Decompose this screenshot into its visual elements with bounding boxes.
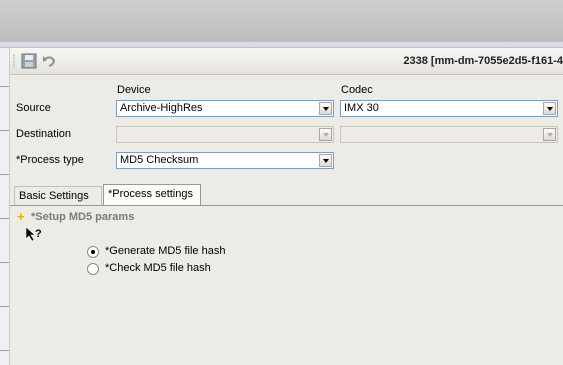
chevron-down-icon[interactable]	[319, 102, 332, 115]
generate-md5-label[interactable]: *Generate MD5 file hash	[105, 245, 225, 257]
destination-codec-select[interactable]	[340, 126, 558, 143]
source-codec-value: IMX 30	[344, 102, 379, 114]
margin-tick	[0, 350, 9, 351]
save-icon[interactable]	[21, 53, 37, 69]
check-md5-radio[interactable]	[87, 263, 99, 275]
tab-strip-border	[10, 205, 563, 206]
section-title: *Setup MD5 params	[31, 211, 135, 223]
destination-label: Destination	[16, 128, 72, 140]
process-panel: 2338 [mm-dm-7055e2d5-f161-4 Device Codec…	[10, 48, 563, 365]
expand-plus-icon[interactable]: +	[17, 209, 25, 224]
left-margin	[0, 48, 10, 365]
generate-md5-radio[interactable]	[87, 246, 99, 258]
margin-tick	[0, 262, 9, 263]
window-titlebar	[0, 0, 563, 42]
document-title: 2338 [mm-dm-7055e2d5-f161-4	[403, 55, 563, 67]
toolbar-grip[interactable]	[13, 54, 15, 68]
source-label: Source	[16, 102, 51, 114]
process-type-value: MD5 Checksum	[120, 154, 199, 166]
destination-device-select[interactable]	[116, 126, 334, 143]
tab-basic-settings[interactable]: Basic Settings	[14, 186, 102, 205]
margin-tick	[0, 218, 9, 219]
process-type-select[interactable]: MD5 Checksum	[116, 152, 334, 169]
process-type-label: *Process type	[16, 154, 84, 166]
chevron-down-icon[interactable]	[543, 102, 556, 115]
toolbar: 2338 [mm-dm-7055e2d5-f161-4	[10, 48, 563, 75]
tab-process-settings[interactable]: *Process settings	[103, 184, 201, 205]
source-codec-select[interactable]: IMX 30	[340, 100, 558, 117]
device-column-header: Device	[117, 84, 151, 96]
chevron-down-icon[interactable]	[319, 154, 332, 167]
margin-tick	[0, 306, 9, 307]
source-device-value: Archive-HighRes	[120, 102, 203, 114]
codec-column-header: Codec	[341, 84, 373, 96]
source-device-select[interactable]: Archive-HighRes	[116, 100, 334, 117]
chevron-down-icon[interactable]	[319, 128, 332, 141]
margin-tick	[0, 86, 9, 87]
undo-icon[interactable]	[41, 53, 57, 69]
whats-this-icon[interactable]: ?	[25, 226, 45, 246]
check-md5-label[interactable]: *Check MD5 file hash	[105, 262, 211, 274]
svg-text:?: ?	[35, 228, 42, 240]
margin-tick	[0, 130, 9, 131]
margin-tick	[0, 174, 9, 175]
chevron-down-icon[interactable]	[543, 128, 556, 141]
